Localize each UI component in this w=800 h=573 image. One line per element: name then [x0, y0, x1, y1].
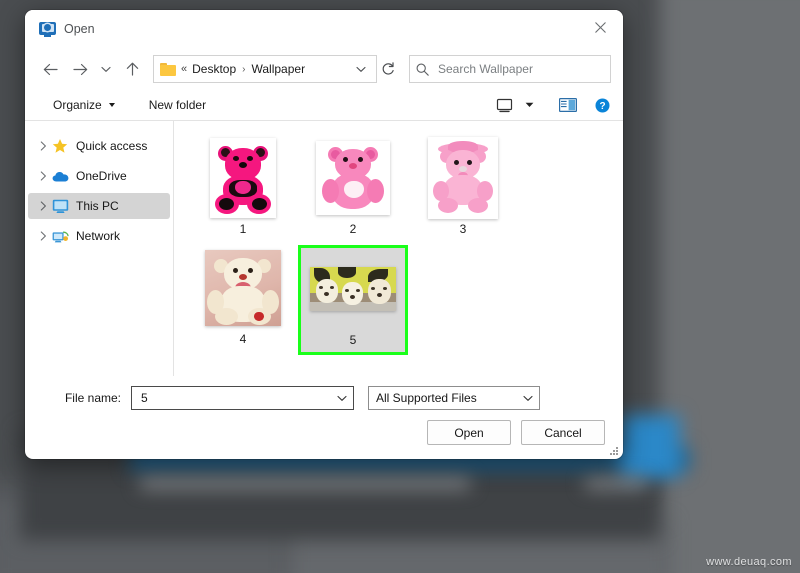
sidebar-item-this-pc[interactable]: This PC	[28, 193, 170, 219]
thumbnail-image-4	[205, 250, 281, 326]
file-label-5: 5	[349, 333, 357, 347]
chevron-right-icon[interactable]	[36, 201, 50, 211]
star-icon	[50, 138, 70, 154]
new-folder-label: New folder	[148, 98, 207, 112]
breadcrumb-overflow[interactable]: «	[181, 63, 187, 75]
network-icon	[50, 229, 70, 244]
dialog-button-row: Open Cancel	[43, 420, 605, 445]
bear-hotpink-art	[214, 142, 272, 214]
background-right-panel	[660, 0, 800, 573]
file-type-combobox[interactable]: All Supported Files	[368, 386, 540, 410]
cloud-icon	[50, 170, 70, 183]
sidebar-item-network[interactable]: Network	[28, 223, 170, 249]
sidebar-label-network: Network	[76, 229, 121, 243]
cancel-button[interactable]: Cancel	[521, 420, 605, 445]
file-type-chevron-down-icon[interactable]	[519, 395, 537, 402]
sidebar-label-onedrive: OneDrive	[76, 169, 127, 183]
navigation-sidebar: Quick access OneDrive This PC Network	[25, 121, 174, 376]
breadcrumb-item-desktop[interactable]: Desktop	[192, 62, 236, 76]
up-button[interactable]	[117, 54, 147, 84]
file-tile-3[interactable]: 3	[408, 135, 518, 245]
svg-text:?: ?	[599, 101, 605, 112]
organize-chevron-down-icon	[108, 103, 115, 107]
close-icon[interactable]	[577, 10, 623, 44]
thumbnail-image-3	[428, 137, 498, 219]
file-type-value: All Supported Files	[376, 391, 477, 405]
breadcrumb-separator: ›	[242, 63, 246, 75]
command-bar-right-group: ?	[491, 94, 613, 116]
view-monitor-icon[interactable]	[491, 94, 517, 116]
file-name-combobox[interactable]	[131, 386, 354, 410]
refresh-icon[interactable]	[377, 57, 399, 81]
file-tile-2[interactable]: 2	[298, 135, 408, 245]
breadcrumb-item-wallpaper[interactable]: Wallpaper	[252, 62, 306, 76]
background-text-line	[140, 478, 470, 488]
thumbnail-wrapper	[200, 247, 286, 329]
file-label-3: 3	[459, 222, 467, 236]
bear-cream-art	[205, 250, 281, 326]
navigation-bar: « Desktop › Wallpaper	[25, 48, 623, 90]
file-tile-4[interactable]: 4	[188, 245, 298, 355]
chevron-right-icon[interactable]	[36, 231, 50, 241]
sidebar-item-quick-access[interactable]: Quick access	[28, 133, 170, 159]
file-name-label: File name:	[64, 391, 121, 405]
help-icon[interactable]: ?	[591, 94, 613, 116]
open-button[interactable]: Open	[427, 420, 511, 445]
new-folder-button[interactable]: New folder	[143, 95, 212, 115]
dialog-title: Open	[64, 22, 95, 36]
address-chevron-down-icon[interactable]	[350, 57, 372, 81]
thumbnail-image-1	[210, 138, 276, 218]
search-box[interactable]	[409, 55, 611, 83]
bear-hat-art	[432, 141, 494, 215]
background-blue-button	[620, 415, 680, 477]
file-name-chevron-down-icon[interactable]	[333, 395, 351, 402]
chevron-right-icon[interactable]	[36, 171, 50, 181]
thumbnail-wrapper	[420, 137, 506, 219]
file-name-input[interactable]	[139, 390, 333, 406]
dialog-body: Quick access OneDrive This PC Network 1 …	[25, 121, 623, 376]
background-text-button	[585, 478, 647, 488]
puppies-art	[310, 267, 396, 311]
address-bar[interactable]: « Desktop › Wallpaper	[153, 55, 377, 83]
dialog-titlebar: Open	[25, 10, 623, 48]
file-tiles: 1 2 3 4 5	[188, 135, 623, 355]
organize-label: Organize	[53, 98, 102, 112]
file-name-row: File name: All Supported Files	[43, 386, 605, 410]
file-tile-5[interactable]: 5	[298, 245, 408, 355]
thumbnail-image-2	[316, 141, 390, 215]
file-label-4: 4	[239, 332, 247, 346]
thumbnail-image-5	[310, 267, 396, 311]
dialog-footer: File name: All Supported Files Open Canc…	[25, 376, 623, 459]
chevron-right-icon[interactable]	[36, 141, 50, 151]
search-icon	[416, 63, 432, 76]
sidebar-label-this-pc: This PC	[76, 199, 119, 213]
command-bar: Organize New folder ?	[25, 90, 623, 121]
watermark: www.deuaq.com	[706, 556, 792, 568]
file-list-view: 1 2 3 4 5	[174, 121, 623, 376]
thumbnail-wrapper	[310, 248, 396, 330]
open-file-dialog: Open « Desktop › Wallpaper Search Wallpa…	[25, 10, 623, 459]
photos-app-icon	[39, 21, 56, 38]
resize-grip-icon[interactable]	[609, 446, 619, 456]
breadcrumb: « Desktop › Wallpaper	[181, 62, 350, 76]
folder-icon	[160, 62, 176, 76]
file-label-1: 1	[239, 222, 247, 236]
bear-pink-art	[320, 145, 386, 211]
sidebar-item-onedrive[interactable]: OneDrive	[28, 163, 170, 189]
thumbnail-wrapper	[200, 137, 286, 219]
sidebar-label-quick-access: Quick access	[76, 139, 148, 153]
view-chevron-down-icon[interactable]	[521, 94, 537, 116]
monitor-icon	[50, 199, 70, 214]
file-tile-1[interactable]: 1	[188, 135, 298, 245]
organize-button[interactable]: Organize	[47, 95, 121, 115]
back-button[interactable]	[35, 54, 65, 84]
thumbnail-wrapper	[310, 137, 396, 219]
recent-locations-chevron-down-icon[interactable]	[95, 54, 117, 84]
preview-pane-icon[interactable]	[555, 94, 581, 116]
forward-button[interactable]	[65, 54, 95, 84]
search-input[interactable]	[432, 61, 604, 77]
file-label-2: 2	[349, 222, 357, 236]
